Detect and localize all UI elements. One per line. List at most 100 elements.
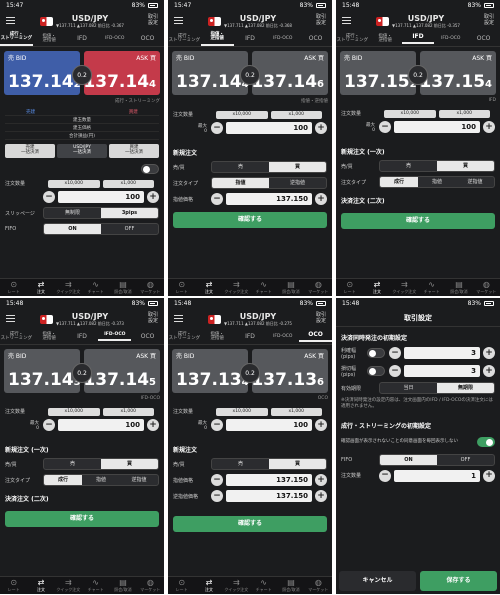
plus-icon[interactable]: + bbox=[147, 419, 159, 431]
chip-x10000[interactable]: x10,000 bbox=[384, 110, 436, 118]
loss-toggle[interactable] bbox=[367, 366, 385, 376]
minus-icon[interactable]: − bbox=[211, 474, 223, 486]
plus-icon[interactable]: + bbox=[483, 469, 495, 482]
trade-settings-button[interactable]: 取引 設定 bbox=[148, 14, 158, 26]
bid-button[interactable]: 売 BID 137.152 bbox=[340, 51, 417, 95]
cancel-button[interactable]: キャンセル bbox=[339, 571, 416, 591]
plus-icon[interactable]: + bbox=[483, 365, 495, 377]
nav-rate[interactable]: ⊙ レート bbox=[0, 279, 27, 296]
buy-close-all-button[interactable]: 買建 一括決済 bbox=[109, 144, 159, 158]
stop-price-field[interactable]: 137.150 bbox=[226, 490, 312, 502]
pair-selector[interactable]: USD/JPY ▼137.711 ▲137.082 前日比 -0.368 bbox=[224, 14, 292, 28]
nav-market[interactable]: ◍ マーケット bbox=[137, 279, 164, 296]
chip-x1000[interactable]: x1,000 bbox=[102, 408, 154, 416]
plus-icon[interactable]: + bbox=[483, 121, 495, 133]
chip-x10000[interactable]: x10,000 bbox=[216, 111, 268, 119]
tab-oco[interactable]: OCO bbox=[299, 331, 332, 342]
tab-ifd-oco[interactable]: IFD-OCO bbox=[266, 36, 299, 42]
menu-icon[interactable] bbox=[174, 315, 183, 322]
menu-icon[interactable] bbox=[6, 17, 15, 24]
tab-ifd-oco[interactable]: IFD-OCO bbox=[98, 36, 131, 42]
menu-icon[interactable] bbox=[6, 315, 15, 322]
menu-icon[interactable] bbox=[342, 17, 351, 24]
price-field[interactable]: 137.150 bbox=[226, 193, 312, 205]
plus-icon[interactable]: + bbox=[315, 193, 327, 205]
tab-streaming[interactable]: 成行・ ストリーミング bbox=[0, 32, 33, 46]
tab-streaming[interactable]: 成行・ ストリーミング bbox=[336, 34, 369, 44]
tab-ifd[interactable]: IFD bbox=[66, 35, 99, 42]
chip-x10000[interactable]: x10,000 bbox=[216, 408, 268, 416]
tab-oco[interactable]: OCO bbox=[131, 333, 164, 340]
tab-ifd-oco[interactable]: IFD-OCO bbox=[98, 332, 132, 342]
trade-settings-button[interactable]: 取引 設定 bbox=[484, 14, 494, 26]
ask-button[interactable]: ASK 買 137.154 bbox=[419, 51, 496, 95]
plus-icon[interactable]: + bbox=[315, 474, 327, 486]
tab-ifd[interactable]: IFD bbox=[401, 33, 435, 44]
minus-icon[interactable]: − bbox=[389, 365, 401, 377]
plus-icon[interactable]: + bbox=[315, 490, 327, 502]
nav-history[interactable]: ▤ 照会/取消 bbox=[109, 279, 136, 296]
tab-limit[interactable]: 指値・ 逆指値 bbox=[33, 332, 66, 342]
profit-toggle[interactable] bbox=[367, 348, 385, 358]
plus-icon[interactable]: + bbox=[147, 191, 159, 203]
quantity-field[interactable]: 100 bbox=[58, 419, 144, 431]
chip-x1000[interactable]: x1,000 bbox=[102, 180, 154, 188]
ask-button[interactable]: ASK 買 137.144 bbox=[83, 51, 160, 95]
tab-ifd[interactable]: IFD bbox=[66, 333, 99, 340]
menu-icon[interactable] bbox=[174, 17, 183, 24]
tab-oco[interactable]: OCO bbox=[299, 35, 332, 42]
bid-button[interactable]: 売 BID 137.144 bbox=[172, 51, 249, 95]
pair-selector[interactable]: USD/JPY ▼137.711 ▲137.082 前日比 -0.275 bbox=[224, 312, 292, 326]
bid-button[interactable]: 売 BID 137.143 bbox=[4, 349, 81, 393]
chip-x1000[interactable]: x1,000 bbox=[270, 408, 322, 416]
default-quantity-field[interactable]: 1 bbox=[394, 469, 480, 482]
bid-button[interactable]: 売 BID 137.134 bbox=[172, 349, 249, 393]
quantity-field[interactable]: 100 bbox=[58, 191, 144, 203]
confirm-button[interactable]: 確認する bbox=[341, 213, 495, 229]
bid-button[interactable]: 売 BID 137.142 bbox=[4, 51, 81, 95]
minus-icon[interactable]: − bbox=[43, 419, 55, 431]
tab-limit[interactable]: 指値・ 逆指値 bbox=[201, 332, 234, 342]
pair-selector[interactable]: USD/JPY ▼137.711 ▲137.082 前日比 -0.367 bbox=[56, 14, 124, 28]
confirm-button[interactable]: 確認する bbox=[173, 516, 327, 532]
nav-chart[interactable]: ∿ チャート bbox=[82, 279, 109, 296]
trade-settings-button[interactable]: 取引 設定 bbox=[148, 312, 158, 324]
pair-selector[interactable]: USD/JPY ▼137.711 ▲137.082 前日比 -0.357 bbox=[392, 14, 460, 28]
minus-icon[interactable]: − bbox=[379, 121, 391, 133]
confirm-button[interactable]: 確認する bbox=[173, 212, 327, 228]
minus-icon[interactable]: − bbox=[211, 193, 223, 205]
pair-selector[interactable]: USD/JPY ▼137.711 ▲137.082 前日比 -0.373 bbox=[56, 312, 124, 326]
tab-ifd[interactable]: IFD bbox=[234, 35, 267, 42]
tab-oco[interactable]: OCO bbox=[467, 35, 500, 42]
confirm-button[interactable]: 確認する bbox=[5, 511, 159, 527]
tab-limit[interactable]: 指値・ 逆指値 bbox=[200, 32, 234, 46]
plus-icon[interactable]: + bbox=[315, 122, 327, 134]
chip-x10000[interactable]: x10,000 bbox=[48, 180, 100, 188]
tab-limit[interactable]: 指値・ 逆指値 bbox=[369, 34, 402, 44]
loss-field[interactable]: 3 bbox=[404, 365, 480, 377]
minus-icon[interactable]: − bbox=[211, 419, 223, 431]
minus-icon[interactable]: − bbox=[43, 191, 55, 203]
quantity-field[interactable]: 100 bbox=[226, 122, 312, 134]
tab-ifd-oco[interactable]: IFD-OCO bbox=[434, 36, 467, 42]
tab-streaming[interactable]: 成行・ ストリーミング bbox=[168, 332, 201, 342]
chip-x10000[interactable]: x10,000 bbox=[48, 408, 100, 416]
ask-button[interactable]: ASK 買 137.146 bbox=[251, 51, 328, 95]
sell-close-all-button[interactable]: 売建 一括決済 bbox=[5, 144, 55, 158]
tab-streaming[interactable]: 成行・ ストリーミング bbox=[168, 34, 201, 44]
tab-oco[interactable]: OCO bbox=[131, 35, 164, 42]
profit-field[interactable]: 3 bbox=[404, 347, 480, 359]
chip-x1000[interactable]: x1,000 bbox=[270, 111, 322, 119]
minus-icon[interactable]: − bbox=[389, 347, 401, 359]
chip-x1000[interactable]: x1,000 bbox=[438, 110, 490, 118]
tab-ifd-oco[interactable]: IFD-OCO bbox=[266, 334, 299, 340]
price-field[interactable]: 137.150 bbox=[226, 474, 312, 486]
minus-icon[interactable]: − bbox=[211, 122, 223, 134]
trade-settings-button[interactable]: 取引 設定 bbox=[316, 14, 326, 26]
confirm-skip-toggle[interactable] bbox=[477, 436, 495, 447]
ask-button[interactable]: ASK 買 137.136 bbox=[251, 349, 328, 393]
minus-icon[interactable]: − bbox=[211, 490, 223, 502]
plus-icon[interactable]: + bbox=[483, 347, 495, 359]
quantity-field[interactable]: 100 bbox=[394, 121, 480, 133]
quantity-field[interactable]: 100 bbox=[226, 419, 312, 431]
